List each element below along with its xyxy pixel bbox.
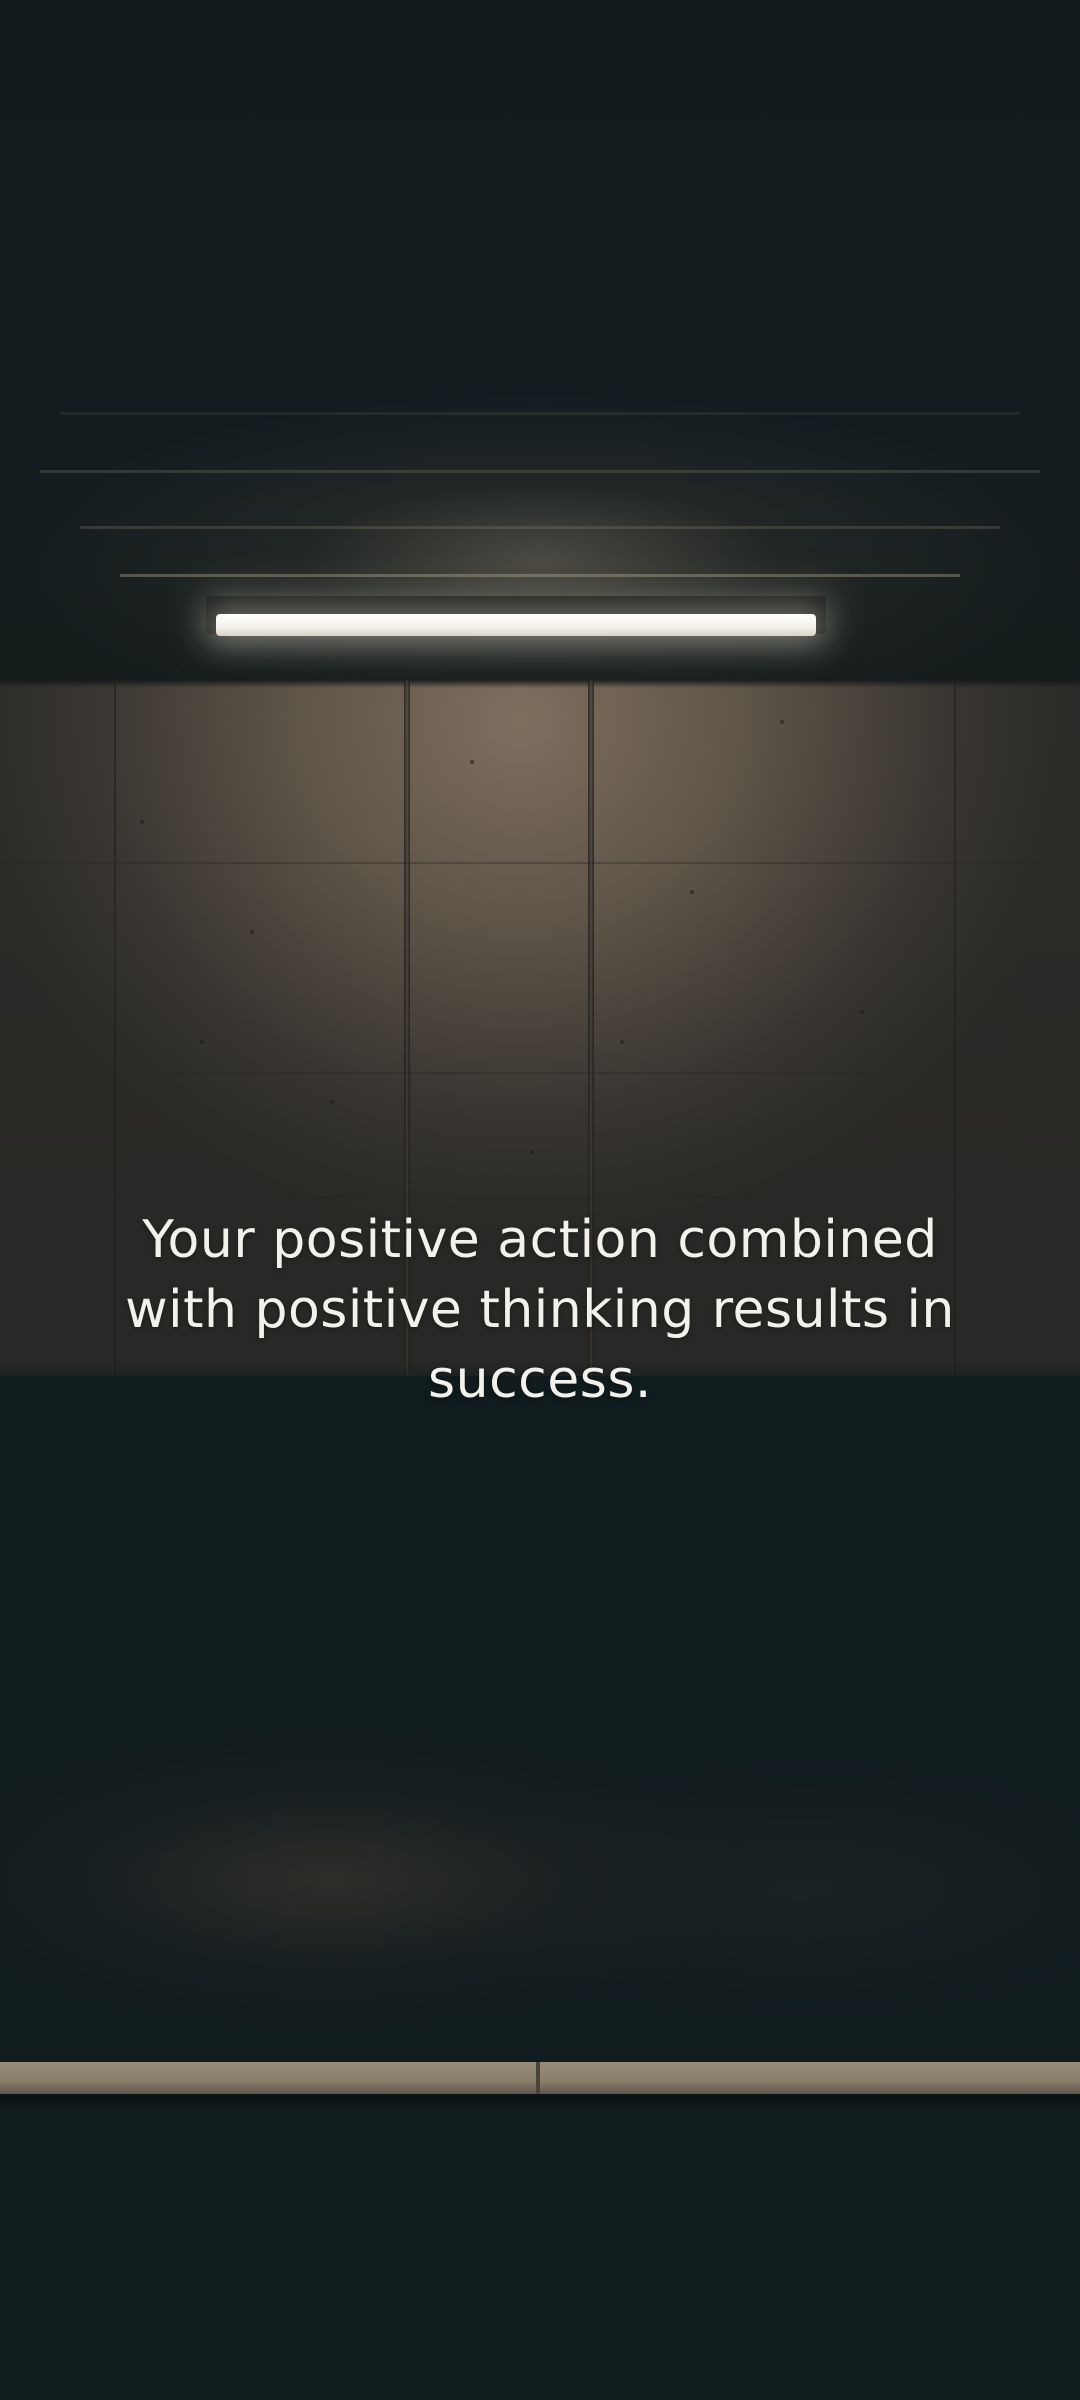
wall-speck: [200, 1040, 204, 1044]
wall-speck: [530, 1150, 534, 1154]
ceiling-beam: [80, 526, 1000, 529]
wall-top-shadow: [0, 680, 1080, 688]
wall-speck: [690, 890, 694, 894]
wall-form-line: [0, 1196, 1080, 1198]
floor: [0, 1376, 1080, 2400]
wall-speck: [250, 930, 254, 934]
wall-speck: [330, 1100, 334, 1104]
ceiling: [0, 0, 1080, 680]
wall-form-line: [0, 862, 1080, 864]
wallpaper-scene: Your positive action combined with posit…: [0, 0, 1080, 2400]
curb-joint: [536, 2062, 540, 2094]
curb-shadow: [0, 2094, 1080, 2112]
wall-speck: [860, 1010, 864, 1014]
wall-speck: [470, 760, 474, 764]
wall-speck: [140, 820, 144, 824]
fluorescent-tube: [216, 614, 816, 636]
ceiling-beam: [40, 470, 1040, 473]
wall-form-line: [0, 1072, 1080, 1074]
ceiling-beam: [120, 574, 960, 577]
wall-speck: [620, 1040, 624, 1044]
wall-speck: [780, 720, 784, 724]
ceiling-beam: [60, 412, 1020, 415]
quote-text: Your positive action combined with posit…: [125, 1210, 955, 1410]
curb-stripe: [0, 2062, 1080, 2094]
